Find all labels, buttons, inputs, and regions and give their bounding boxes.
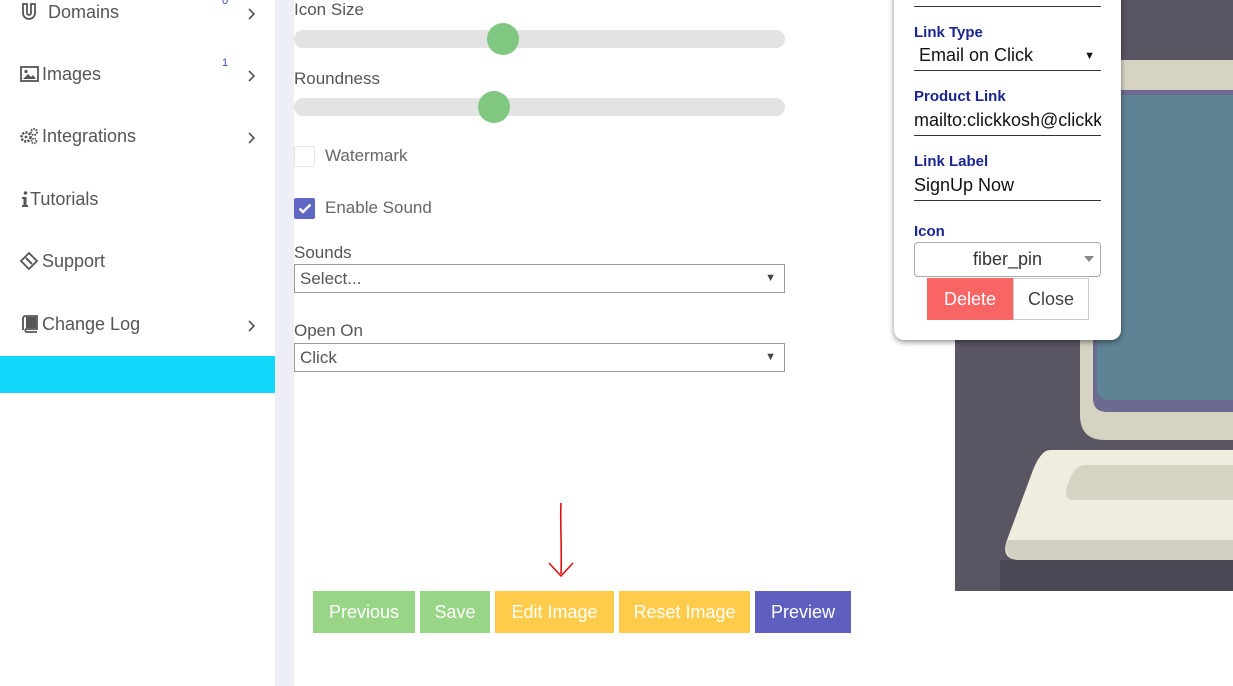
link-label-label: Link Label <box>914 153 989 170</box>
checkmark-icon <box>298 203 311 214</box>
link-settings-popup: Link Type Email on Click ▼ Product Link … <box>894 0 1121 340</box>
slider-handle[interactable] <box>487 23 519 55</box>
link-label-input[interactable]: SignUp Now <box>914 175 1101 201</box>
annotation-arrow-icon <box>548 502 574 578</box>
book-icon <box>19 314 39 334</box>
sidebar-active-item[interactable] <box>0 356 275 393</box>
count-badge: 0 <box>222 0 229 7</box>
icon-select-value: fiber_pin <box>972 249 1043 269</box>
sidebar-item-label: Tutorials <box>30 188 99 209</box>
link-type-value: Email on Click <box>919 45 1034 65</box>
image-icon <box>19 64 39 84</box>
magnet-icon <box>19 2 39 22</box>
delete-button[interactable]: Delete <box>927 278 1013 320</box>
chevron-right-icon <box>247 317 257 332</box>
product-link-input[interactable]: mailto:clickkosh@clickkosh.com <box>914 110 1101 136</box>
dropdown-arrow-icon: ▼ <box>765 351 776 363</box>
watermark-checkbox[interactable] <box>294 145 315 167</box>
sidebar-item-tutorials[interactable]: Tutorials <box>0 179 275 219</box>
roundness-label: Roundness <box>294 69 381 88</box>
previous-button[interactable]: Previous <box>313 591 415 633</box>
product-link-label: Product Link <box>914 88 1006 105</box>
sounds-label: Sounds <box>294 243 352 262</box>
reset-image-button[interactable]: Reset Image <box>619 591 750 633</box>
sidebar-item-images[interactable]: Images 1 <box>0 54 275 94</box>
sidebar-item-label: Support <box>42 250 106 271</box>
enable-sound-option[interactable]: Enable Sound <box>294 197 432 219</box>
icon-label: Icon <box>914 223 945 240</box>
roundness-slider[interactable] <box>294 91 785 123</box>
enable-sound-label: Enable Sound <box>325 198 432 217</box>
sidebar-item-label: Change Log <box>42 313 141 334</box>
sounds-select-value: Select... <box>300 268 362 288</box>
link-type-label: Link Type <box>914 24 983 41</box>
open-on-select-value: Click <box>300 347 337 367</box>
open-on-select[interactable]: Click ▼ <box>294 343 785 372</box>
chevron-right-icon <box>247 67 257 82</box>
sidebar-item-label: Images <box>42 63 102 84</box>
sounds-select[interactable]: Select... ▼ <box>294 264 785 293</box>
icon-size-label: Icon Size <box>294 0 364 19</box>
sidebar: Domains 0 Images 1 Integrations Tutorial… <box>0 0 275 686</box>
slider-handle[interactable] <box>478 91 510 123</box>
sidebar-item-label: Integrations <box>42 125 137 146</box>
edit-image-button[interactable]: Edit Image <box>495 591 614 633</box>
dropdown-arrow-icon: ▼ <box>1084 50 1095 62</box>
close-button[interactable]: Close <box>1013 278 1089 320</box>
chevron-right-icon <box>247 129 257 144</box>
open-on-label: Open On <box>294 321 363 340</box>
icon-select[interactable]: fiber_pin <box>914 242 1101 277</box>
dropdown-arrow-icon: ▼ <box>765 272 776 284</box>
cogs-icon <box>19 126 39 146</box>
count-badge: 1 <box>222 57 229 69</box>
watermark-option[interactable]: Watermark <box>294 145 408 167</box>
watermark-label: Watermark <box>325 146 408 165</box>
ticket-icon <box>19 251 39 271</box>
sidebar-item-integrations[interactable]: Integrations <box>0 116 275 156</box>
sidebar-item-change-log[interactable]: Change Log <box>0 304 275 344</box>
enable-sound-checkbox[interactable] <box>294 197 315 219</box>
dropdown-arrow-icon <box>1084 256 1094 262</box>
sidebar-item-label: Domains <box>48 1 120 22</box>
sidebar-item-domains[interactable]: Domains 0 <box>0 0 275 32</box>
divider-line <box>914 6 1101 7</box>
chevron-right-icon <box>247 5 257 20</box>
preview-button[interactable]: Preview <box>755 591 851 633</box>
sidebar-item-support[interactable]: Support <box>0 241 275 281</box>
link-type-select[interactable]: Email on Click ▼ <box>914 45 1101 71</box>
content-divider <box>275 0 294 686</box>
save-button[interactable]: Save <box>420 591 490 633</box>
icon-size-slider[interactable] <box>294 23 785 55</box>
